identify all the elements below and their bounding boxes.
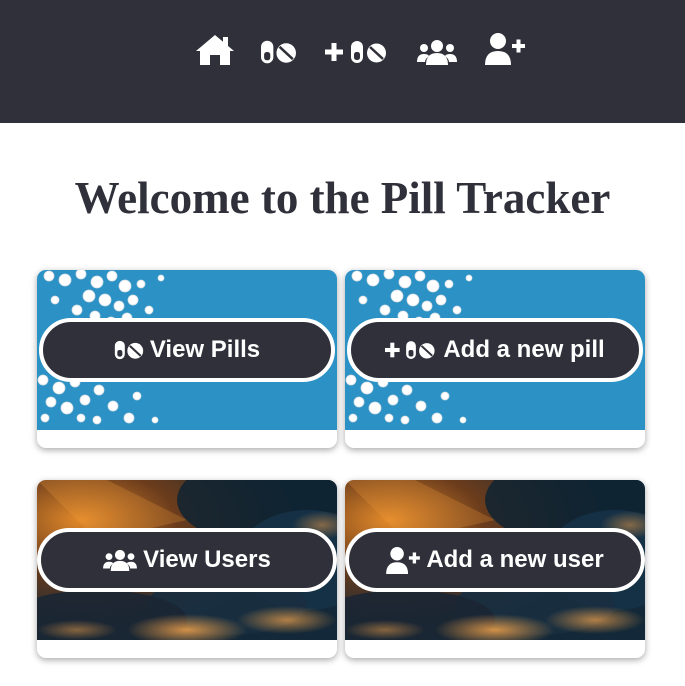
users-icon[interactable] [417, 29, 457, 65]
add-user-button[interactable]: Add a new user [345, 528, 645, 592]
add-pill-label: Add a new pill [443, 336, 605, 363]
user-plus-icon[interactable] [485, 29, 525, 65]
plus-pills-icon[interactable] [325, 29, 389, 65]
view-pills-card[interactable]: View Pills [37, 270, 337, 448]
top-navbar [0, 0, 685, 123]
add-pill-button[interactable]: Add a new pill [347, 318, 643, 382]
home-icon[interactable] [196, 29, 234, 65]
user-plus-icon [386, 547, 420, 574]
pills-icon[interactable] [260, 29, 297, 65]
users-icon [103, 549, 137, 571]
add-user-label: Add a new user [426, 546, 604, 573]
add-user-card[interactable]: Add a new user [345, 480, 645, 658]
pills-icon [114, 340, 144, 360]
add-pill-card[interactable]: Add a new pill [345, 270, 645, 448]
plus-pills-icon [385, 340, 437, 360]
page-title: Welcome to the Pill Tracker [74, 173, 611, 223]
view-pills-label: View Pills [149, 336, 261, 363]
view-users-label: View Users [143, 546, 271, 573]
view-users-button[interactable]: View Users [37, 528, 337, 592]
view-pills-button[interactable]: View Pills [39, 318, 335, 382]
view-users-card[interactable]: View Users [37, 480, 337, 658]
